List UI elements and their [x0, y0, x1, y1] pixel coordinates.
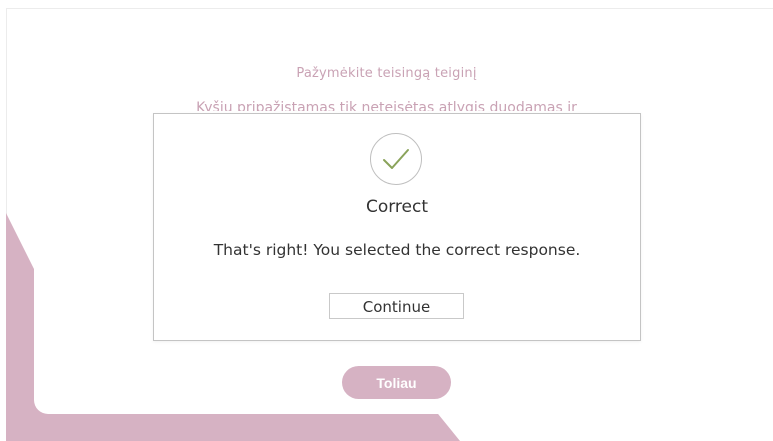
- quiz-title: Pažymėkite teisingą teiginį: [296, 66, 477, 81]
- checkmark-glyph: [383, 149, 409, 169]
- continue-button[interactable]: Continue: [329, 293, 464, 319]
- checkmark-icon: [370, 133, 422, 185]
- dialog-message: That's right! You selected the correct r…: [213, 241, 581, 259]
- quiz-screen: Pažymėkite teisingą teiginį Kyšiu pripaž…: [0, 0, 773, 441]
- dialog-title: Correct: [365, 197, 429, 217]
- feedback-dialog: Correct That's right! You selected the c…: [153, 113, 641, 341]
- next-button[interactable]: Toliau: [342, 366, 451, 399]
- quiz-question: Kyšiu pripažįstamas tik neteisėtas atlyg…: [196, 100, 577, 111]
